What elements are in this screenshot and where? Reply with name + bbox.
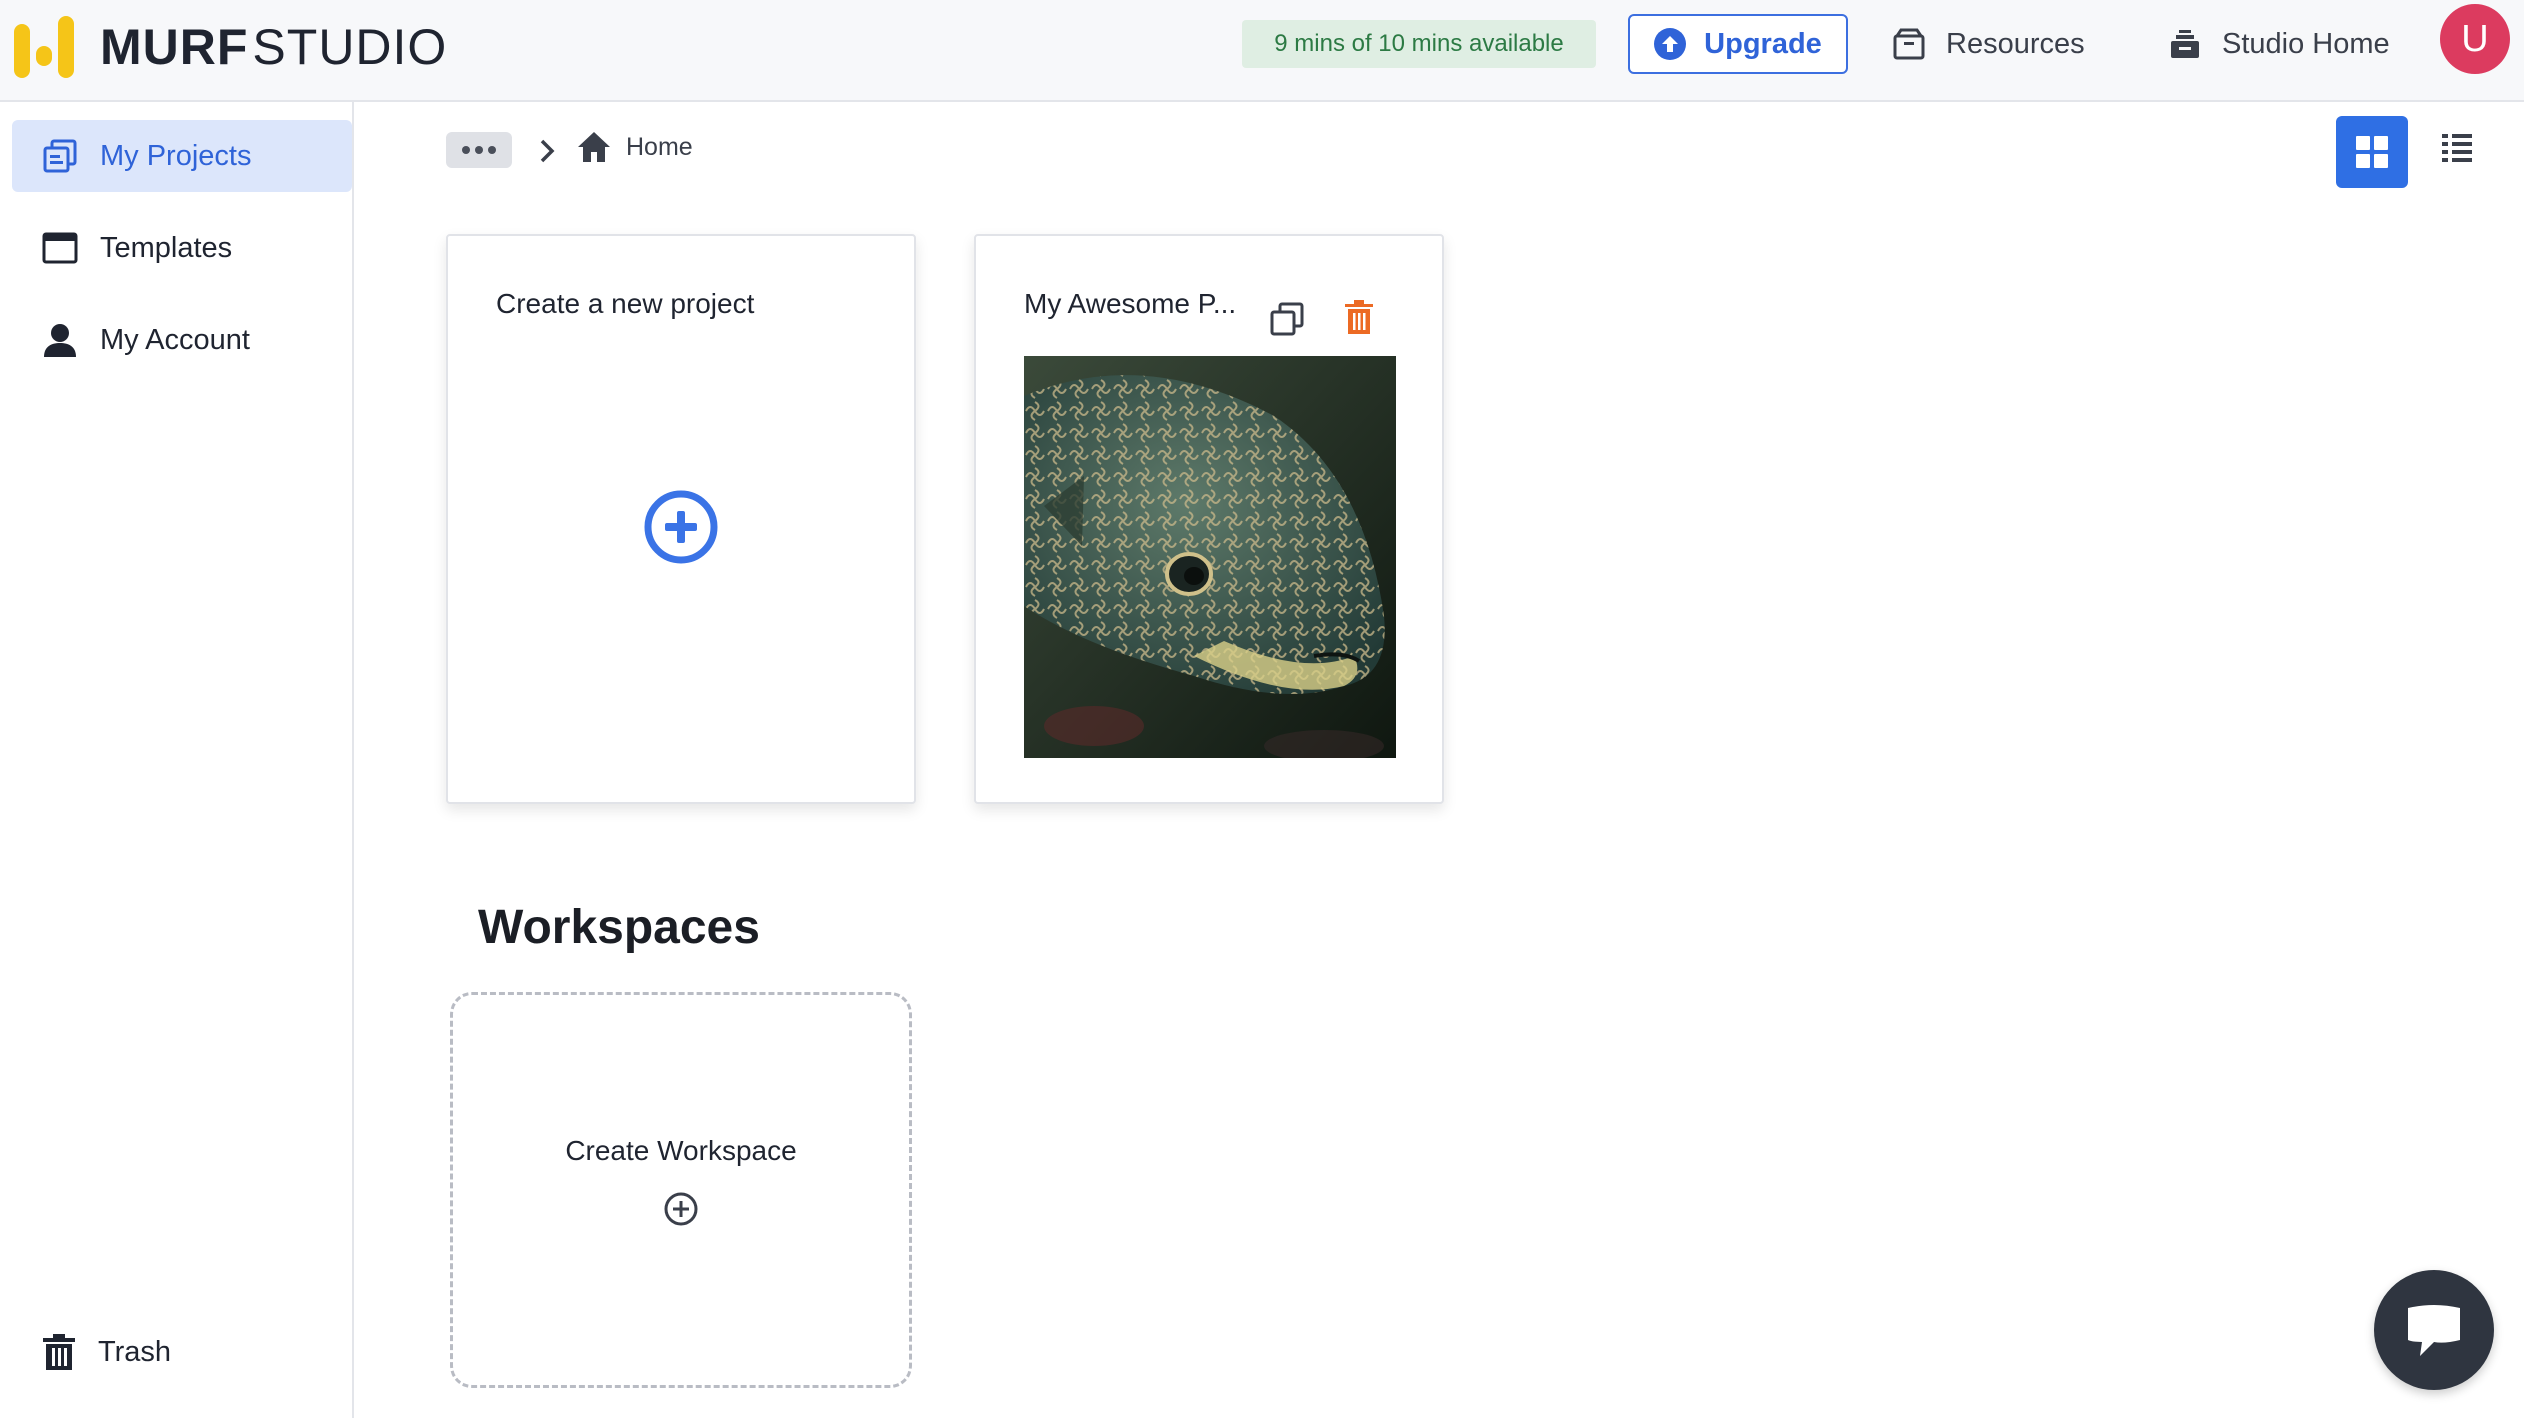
- brand-name-bold: MURF: [100, 19, 249, 75]
- resources-icon: [1893, 28, 1925, 60]
- murf-logo[interactable]: MURFSTUDIO: [14, 16, 447, 78]
- new-project-card[interactable]: Create a new project: [446, 234, 916, 804]
- projects-icon: [43, 139, 77, 173]
- grid-view-button[interactable]: [2336, 116, 2408, 188]
- breadcrumb-home[interactable]: Home: [576, 130, 693, 164]
- new-project-label: Create a new project: [496, 288, 755, 319]
- chat-icon: [2408, 1305, 2460, 1356]
- sidebar-item-label: My Projects: [100, 139, 252, 172]
- chat-support-button[interactable]: [2374, 1270, 2494, 1390]
- account-icon: [44, 324, 76, 357]
- sidebar-item-my-account[interactable]: My Account: [12, 304, 352, 376]
- studio-home-link[interactable]: Studio Home: [2168, 20, 2390, 68]
- resources-link[interactable]: Resources: [1892, 20, 2085, 68]
- upgrade-label: Upgrade: [1704, 27, 1822, 60]
- chevron-right-icon: [540, 139, 555, 163]
- top-bar: MURFSTUDIO 9 mins of 10 mins available U…: [0, 0, 2524, 102]
- trash-icon: [43, 1334, 75, 1370]
- duplicate-icon[interactable]: [1270, 302, 1304, 336]
- resources-label: Resources: [1946, 27, 2085, 60]
- upgrade-button[interactable]: Upgrade: [1628, 14, 1848, 74]
- workspaces-heading: Workspaces: [478, 901, 760, 954]
- brand-name: MURFSTUDIO: [100, 18, 447, 76]
- plus-circle-icon: [664, 1192, 698, 1226]
- grid-icon: [2356, 136, 2388, 168]
- create-workspace-card[interactable]: Create Workspace: [450, 992, 912, 1388]
- home-icon: [578, 132, 610, 162]
- plus-circle-icon: [644, 490, 718, 564]
- dot: [488, 146, 496, 154]
- breadcrumb-home-label: Home: [626, 132, 693, 161]
- arrow-up-circle-icon: [1654, 28, 1687, 60]
- list-icon: [2442, 134, 2472, 162]
- breadcrumb-more-button[interactable]: [446, 132, 512, 168]
- list-view-button[interactable]: [2440, 130, 2474, 169]
- project-card[interactable]: My Awesome P...: [974, 234, 1444, 804]
- sidebar-item-label: Templates: [100, 231, 233, 264]
- inbox-tray-icon: [2171, 30, 2199, 58]
- sidebar-item-trash[interactable]: Trash: [12, 1316, 352, 1388]
- dot: [475, 146, 483, 154]
- studio-home-label: Studio Home: [2222, 27, 2390, 60]
- create-workspace-label: Create Workspace: [565, 1135, 797, 1166]
- delete-icon[interactable]: [1344, 300, 1374, 334]
- sidebar-item-my-projects[interactable]: My Projects: [12, 120, 352, 192]
- dot: [462, 146, 470, 154]
- project-title: My Awesome P...: [1024, 288, 1237, 319]
- murf-logo-icon: [14, 16, 78, 78]
- trash-label: Trash: [98, 1335, 172, 1368]
- sidebar-item-templates[interactable]: Templates: [12, 212, 352, 284]
- usage-badge: 9 mins of 10 mins available: [1242, 20, 1596, 68]
- sidebar-item-label: My Account: [100, 323, 250, 356]
- sidebar: My Projects Templates My Account Trash: [0, 102, 354, 1418]
- project-thumbnail: [1024, 356, 1396, 758]
- templates-icon: [42, 232, 78, 264]
- user-avatar[interactable]: U: [2440, 4, 2510, 74]
- brand-name-light: STUDIO: [252, 19, 448, 75]
